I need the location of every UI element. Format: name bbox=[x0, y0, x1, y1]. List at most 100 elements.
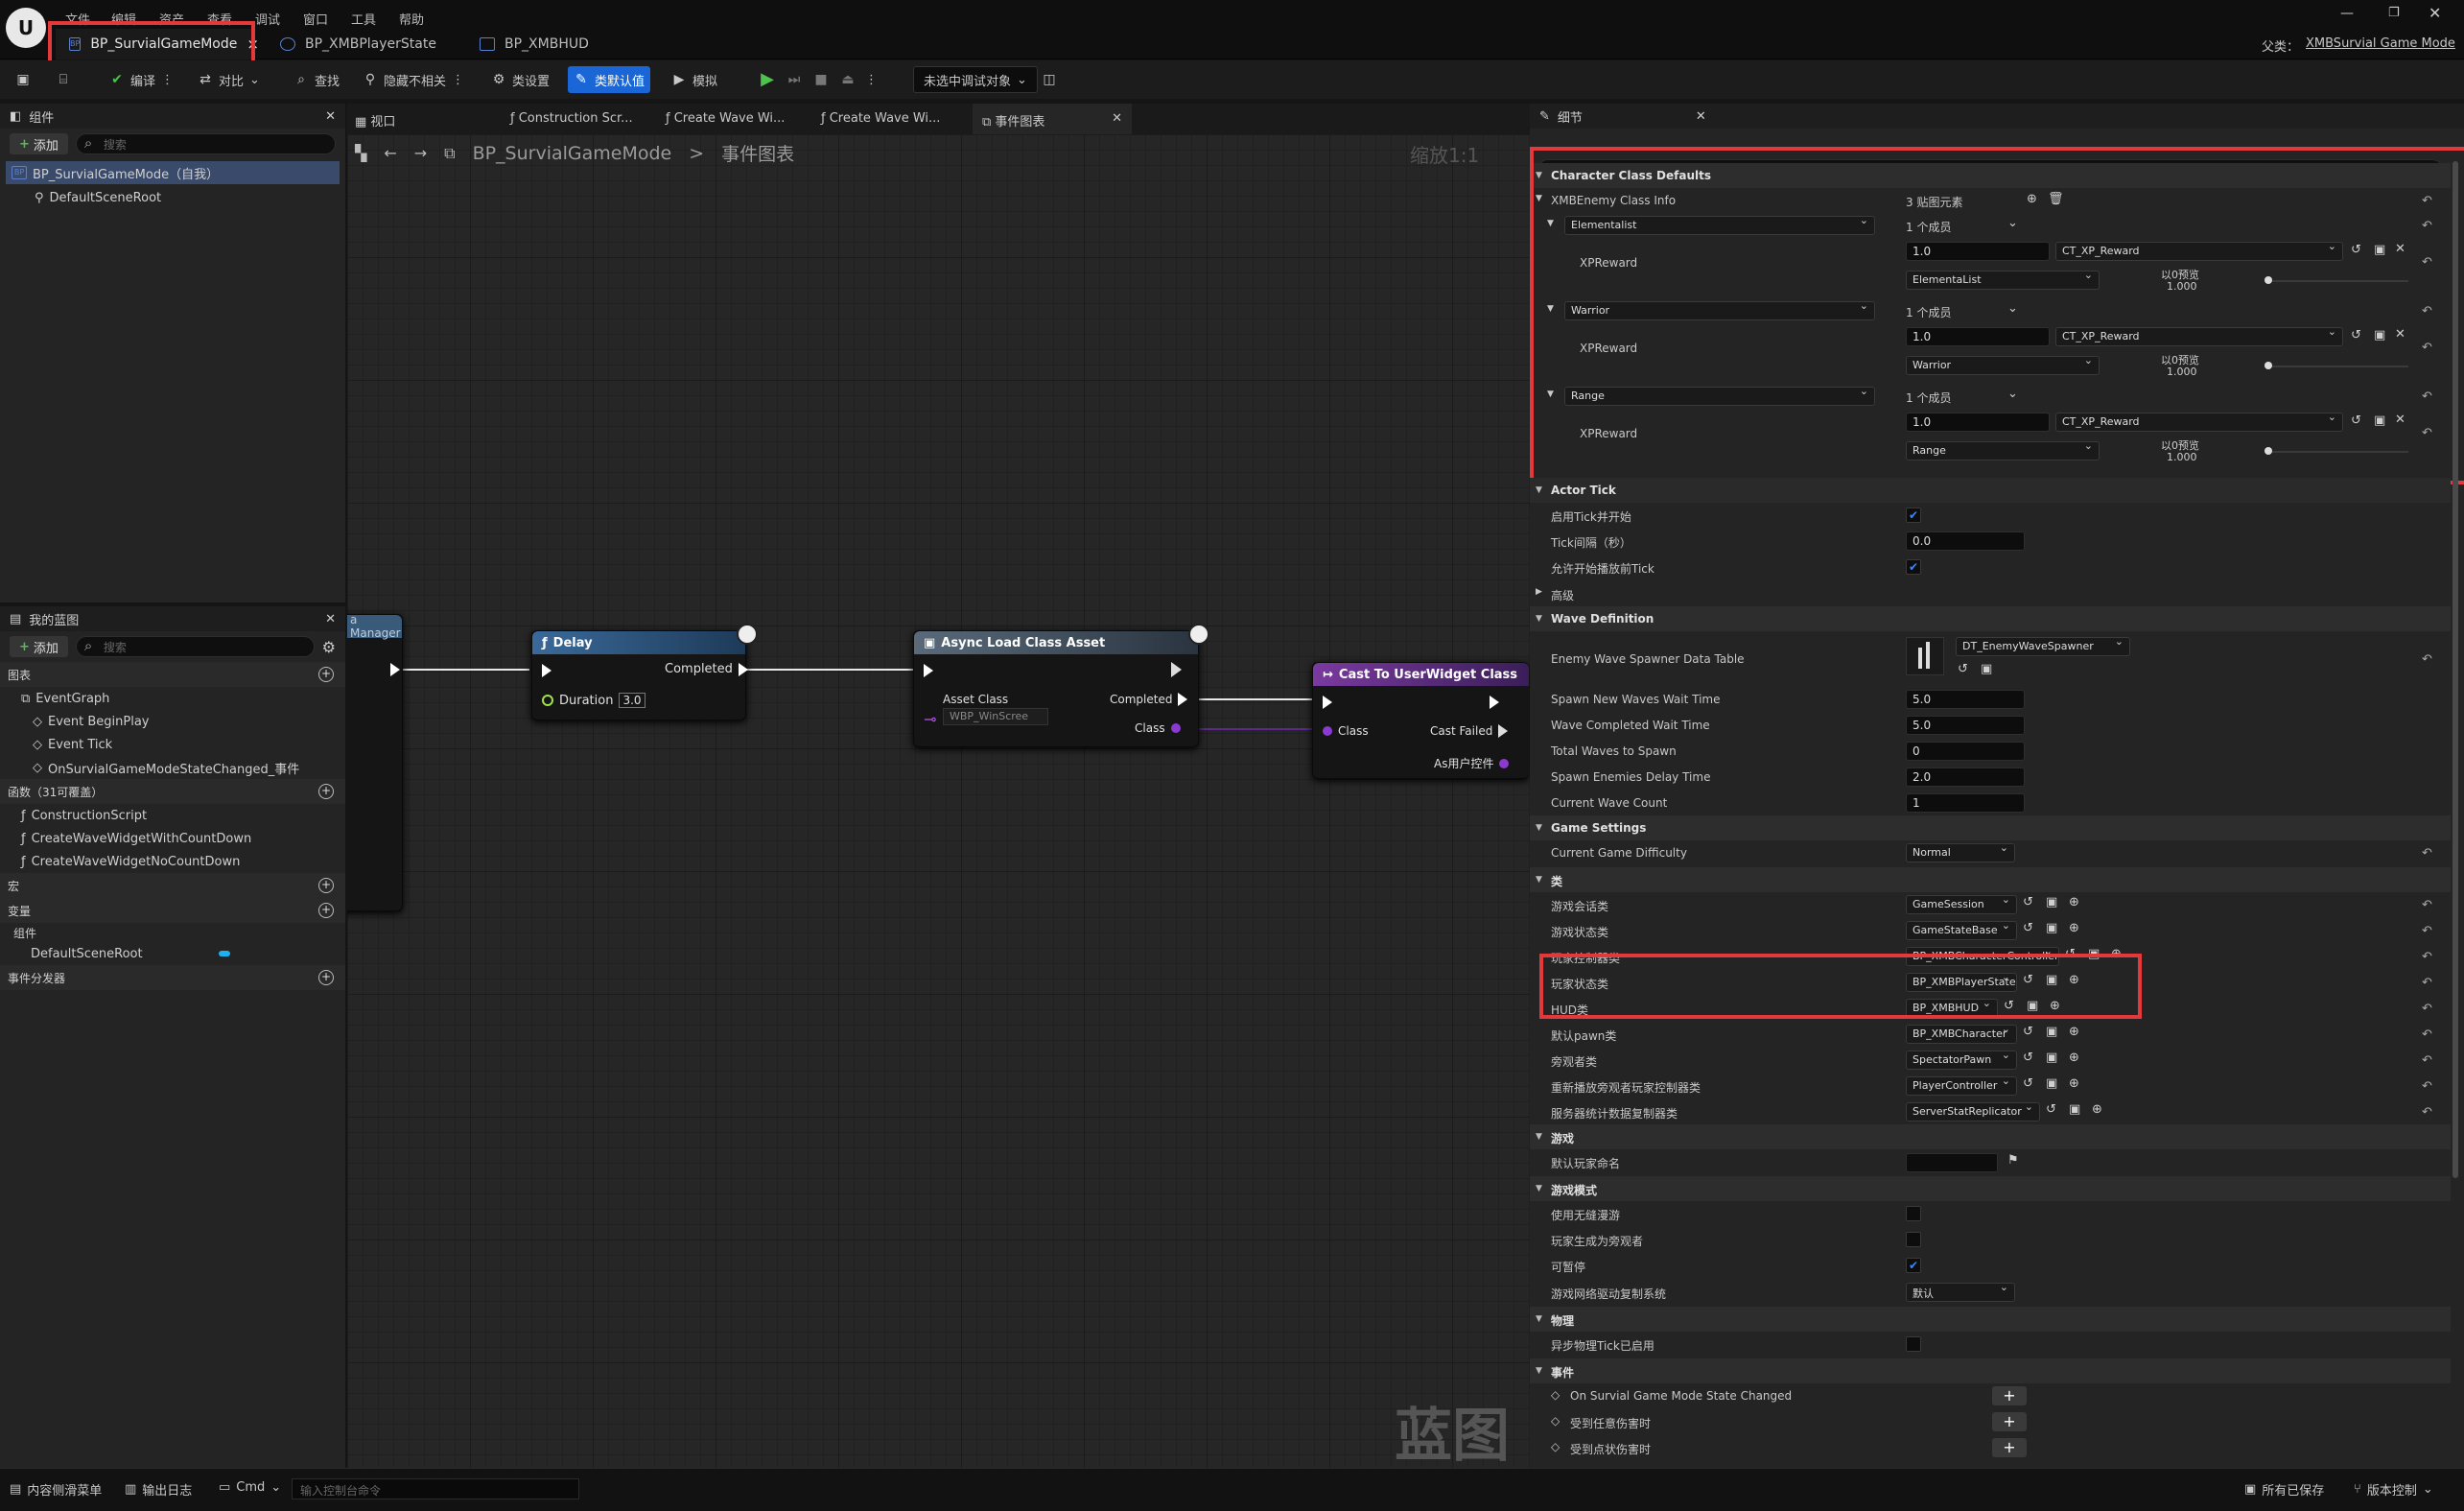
add-graph-icon[interactable]: + bbox=[318, 667, 334, 682]
menu-tools[interactable]: 工具 bbox=[351, 10, 376, 28]
browse-icon[interactable]: ▣ bbox=[2046, 921, 2057, 935]
details-scrollbar[interactable] bbox=[2452, 161, 2458, 1178]
add-macro-icon[interactable]: + bbox=[318, 878, 334, 893]
exec-in-pin[interactable] bbox=[1323, 696, 1332, 709]
preview-slider-handle[interactable] bbox=[2265, 276, 2272, 284]
add-class-icon[interactable]: ⊕ bbox=[2092, 1102, 2102, 1117]
expand-arrow-icon[interactable]: ▼ bbox=[1547, 219, 1554, 228]
xp-value-input[interactable]: 1.0 bbox=[1906, 242, 2050, 261]
browse-icon[interactable]: ▣ bbox=[2069, 1102, 2080, 1117]
preview-slider[interactable] bbox=[2265, 366, 2408, 367]
curve-table-select[interactable]: CT_XP_Reward bbox=[2055, 411, 2343, 432]
browse-icon[interactable]: ▣ bbox=[1981, 662, 1992, 676]
reset-icon[interactable]: ↶ bbox=[2422, 1027, 2432, 1042]
reset-icon[interactable]: ↶ bbox=[2422, 898, 2432, 912]
asset-class-pin[interactable]: Asset Class bbox=[943, 693, 1008, 706]
reset-icon[interactable]: ↶ bbox=[2422, 846, 2432, 861]
menu-file[interactable]: 文件 bbox=[65, 10, 90, 28]
enemy-class-select[interactable]: Elementalist bbox=[1564, 214, 1875, 235]
browse-icon[interactable]: ▣ bbox=[2374, 243, 2385, 257]
browse-icon[interactable]: ▣ bbox=[2046, 895, 2057, 909]
add-component-button[interactable]: + 添加 bbox=[10, 133, 68, 154]
browse-button[interactable]: ⌸ bbox=[50, 66, 77, 93]
node-async-load-class-asset[interactable]: ▣ Async Load Class Asset Asset Class ⊸ WB… bbox=[913, 624, 1209, 747]
graph-canvas[interactable]: ▚ ← → ⧉ BP_SurvialGameMode > 事件图表 缩放1:1 … bbox=[347, 134, 1530, 1468]
class-select[interactable]: BP_XMBCharacter bbox=[1906, 1023, 2017, 1044]
category-game-mode[interactable]: ▼ 游戏模式 bbox=[1530, 1176, 2451, 1201]
reset-icon[interactable]: ↶ bbox=[2422, 426, 2432, 440]
eject-button[interactable]: ⏏ bbox=[834, 66, 861, 93]
use-selected-icon[interactable]: ↺ bbox=[2004, 999, 2014, 1013]
completed-pin[interactable]: Completed bbox=[1110, 693, 1188, 706]
reset-icon[interactable]: ↶ bbox=[2422, 1002, 2432, 1016]
event-item-state-changed[interactable]: ◇ OnSurvialGameModeStateChanged_事件 bbox=[0, 756, 345, 779]
output-log-button[interactable]: ▥ 输出日志 bbox=[125, 1480, 192, 1499]
class-out-pin[interactable]: Class bbox=[1135, 721, 1181, 735]
function-item[interactable]: ƒ ConstructionScript bbox=[0, 804, 345, 827]
async-physics-checkbox[interactable] bbox=[1906, 1336, 1921, 1352]
chevron-down-icon[interactable]: ⌄ bbox=[2007, 387, 2018, 401]
reset-icon[interactable]: ↶ bbox=[2422, 304, 2432, 319]
stop-button[interactable]: ■ bbox=[808, 66, 834, 93]
difficulty-select[interactable]: Normal bbox=[1906, 841, 2015, 862]
step-button[interactable]: ⏭ bbox=[781, 66, 808, 93]
add-class-icon[interactable]: ⊕ bbox=[2069, 1051, 2079, 1065]
menu-window[interactable]: 窗口 bbox=[303, 10, 328, 28]
tick-start-checkbox[interactable]: ✔ bbox=[1906, 508, 1921, 523]
category-classes[interactable]: ▼ 类 bbox=[1530, 867, 2451, 892]
parent-class-link[interactable]: XMBSurvial Game Mode bbox=[2306, 36, 2455, 51]
minimize-icon[interactable]: — bbox=[2340, 6, 2354, 21]
tab-bp-xmbplayerstate[interactable]: BP_XMBPlayerState bbox=[267, 29, 450, 59]
debug-filter-button[interactable]: ◫ bbox=[1036, 66, 1063, 93]
close-panel-icon[interactable]: ✕ bbox=[325, 612, 336, 626]
as-widget-pin[interactable]: As用户控件 bbox=[1434, 755, 1510, 771]
reset-icon[interactable]: ↶ bbox=[2422, 652, 2432, 667]
browse-icon[interactable]: ▣ bbox=[2374, 413, 2385, 428]
menu-assets[interactable]: 资产 bbox=[159, 10, 184, 28]
component-self[interactable]: BP BP_SurvialGameMode（自我） bbox=[6, 161, 340, 184]
wave-value-input[interactable]: 0 bbox=[1906, 742, 2025, 761]
flag-icon[interactable]: ⚑ bbox=[2007, 1153, 2019, 1168]
play-options-button[interactable]: ⋮ bbox=[859, 66, 883, 93]
tick-before-checkbox[interactable]: ✔ bbox=[1906, 559, 1921, 575]
browse-icon[interactable]: ▣ bbox=[2046, 1051, 2057, 1065]
event-item-tick[interactable]: ◇ Event Tick bbox=[0, 733, 345, 756]
section-macros[interactable]: 宏 + bbox=[0, 873, 345, 898]
duration-pin[interactable]: Duration 3.0 bbox=[542, 693, 645, 708]
find-button[interactable]: ⌕ 查找 bbox=[288, 66, 345, 93]
cmd-select[interactable]: ▭ Cmd ⌄ bbox=[219, 1480, 281, 1495]
add-event-button[interactable]: + bbox=[1992, 1412, 2027, 1431]
wave-value-input[interactable]: 1 bbox=[1906, 793, 2025, 813]
save-button[interactable]: ▣ bbox=[10, 66, 36, 93]
tab-bp-xmbhud[interactable]: BP_XMBHUD bbox=[466, 29, 602, 59]
tab-bp-survialgamemode[interactable]: BP BP_SurvialGameMode × bbox=[56, 29, 259, 59]
preview-slider-handle[interactable] bbox=[2265, 362, 2272, 369]
expand-arrow-icon[interactable]: ▼ bbox=[1547, 390, 1554, 399]
unreal-logo[interactable]: U bbox=[6, 8, 46, 48]
menu-help[interactable]: 帮助 bbox=[399, 10, 424, 28]
all-saved-button[interactable]: ▣ 所有已保存 bbox=[2244, 1480, 2324, 1499]
add-event-button[interactable]: + bbox=[1992, 1438, 2027, 1457]
category-physics[interactable]: ▼ 物理 bbox=[1530, 1307, 2451, 1332]
class-select[interactable]: GameStateBase bbox=[1906, 919, 2017, 940]
curve-row-select[interactable]: ElementaList bbox=[1906, 269, 2100, 290]
wave-table-select[interactable]: DT_EnemyWaveSpawner bbox=[1956, 635, 2130, 656]
hide-unrelated-button[interactable]: ⚲ 隐藏不相关 ⋮ bbox=[357, 66, 470, 93]
setting-checkbox[interactable] bbox=[1906, 1206, 1921, 1221]
event-item-beginplay[interactable]: ◇ Event BeginPlay bbox=[0, 710, 345, 733]
default-player-name-input[interactable] bbox=[1906, 1153, 1998, 1172]
use-selected-icon[interactable]: ↺ bbox=[2023, 921, 2033, 935]
section-dispatchers[interactable]: 事件分发器 + bbox=[0, 965, 345, 990]
setting-checkbox[interactable]: ✔ bbox=[1906, 1258, 1921, 1273]
add-element-icon[interactable]: ⊕ bbox=[2027, 192, 2037, 206]
browse-icon[interactable]: ▣ bbox=[2046, 1025, 2057, 1039]
close-tab-icon[interactable]: × bbox=[246, 35, 259, 53]
chevron-down-icon[interactable]: ⌄ bbox=[2007, 216, 2018, 230]
add-class-icon[interactable]: ⊕ bbox=[2069, 1025, 2079, 1039]
reset-icon[interactable]: ↶ bbox=[2422, 390, 2432, 404]
clear-icon[interactable]: ✕ bbox=[2395, 413, 2405, 427]
add-function-icon[interactable]: + bbox=[318, 784, 334, 799]
expand-arrow-icon[interactable]: ▼ bbox=[1547, 304, 1554, 314]
class-select[interactable]: SpectatorPawn bbox=[1906, 1049, 2017, 1070]
section-graphs[interactable]: 图表 + bbox=[0, 662, 345, 687]
